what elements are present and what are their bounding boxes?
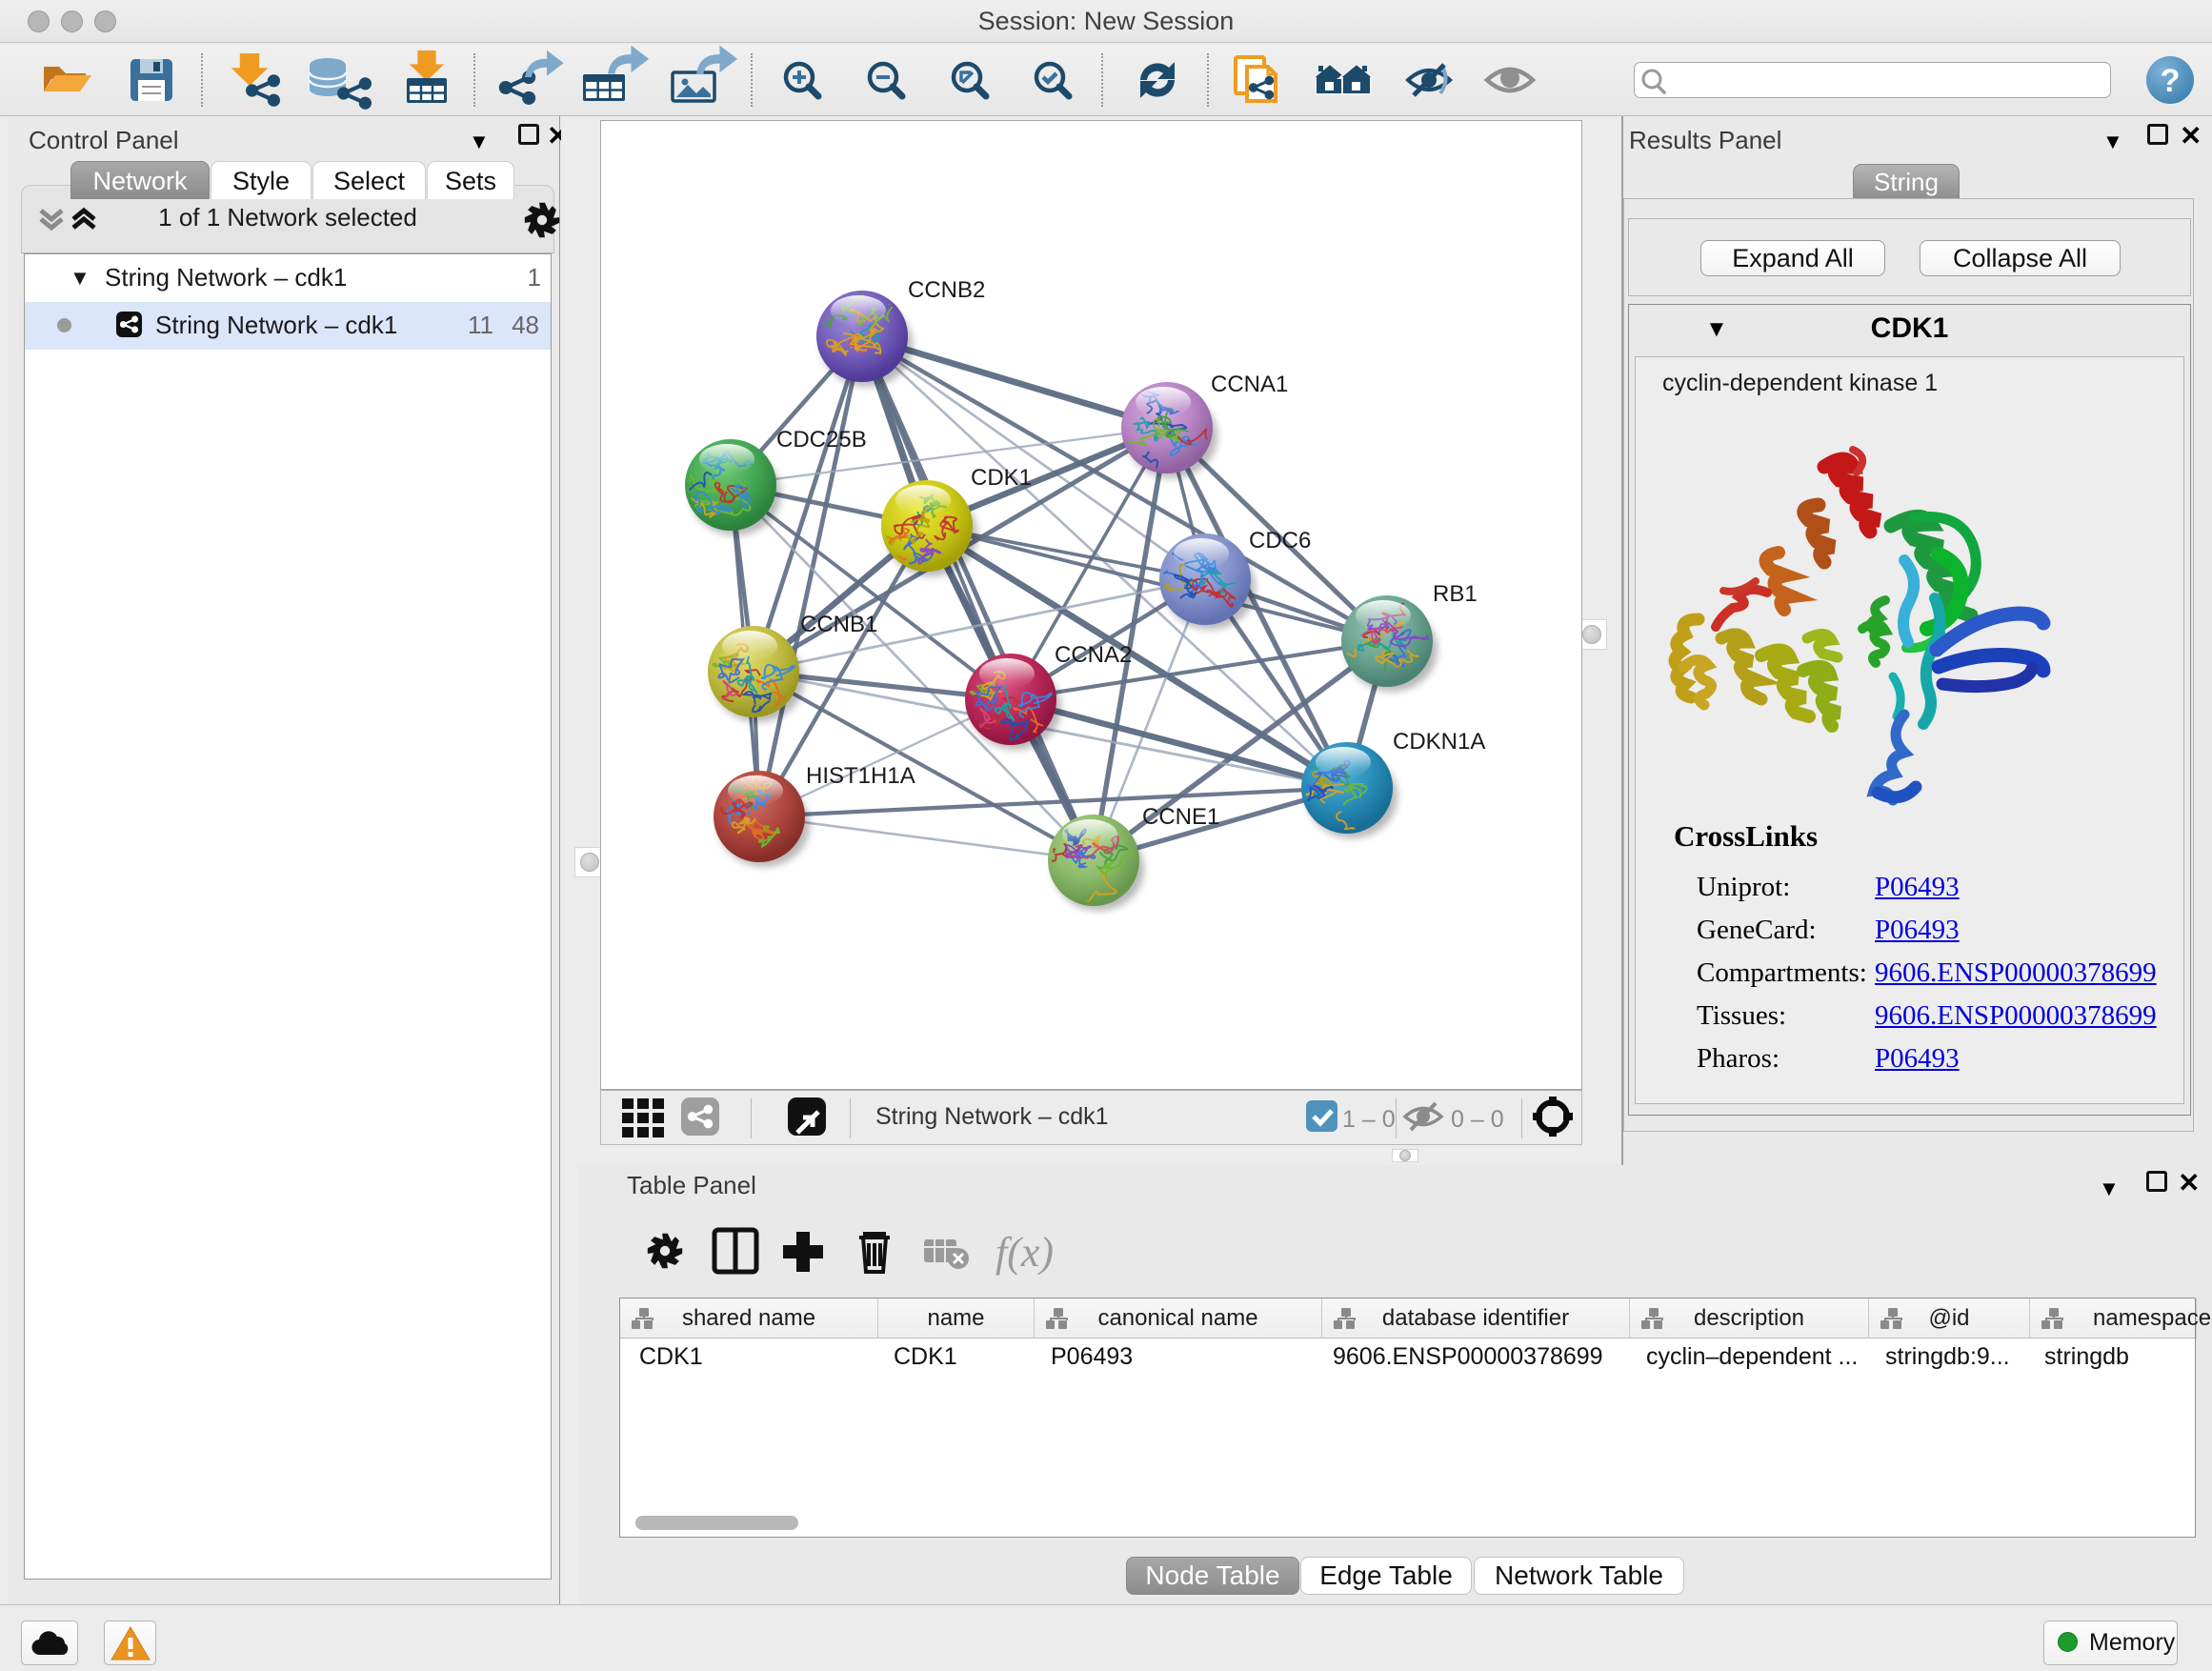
svg-text:CDK1: CDK1 [971, 465, 1032, 491]
svg-text:CCNB1: CCNB1 [800, 612, 877, 637]
svg-text:CCNA2: CCNA2 [1055, 642, 1132, 668]
svg-text:CCNA1: CCNA1 [1211, 372, 1288, 397]
svg-text:CDC6: CDC6 [1249, 528, 1311, 554]
svg-text:?: ? [2161, 63, 2181, 99]
svg-text:f(x): f(x) [995, 1229, 1054, 1276]
svg-text:RB1: RB1 [1433, 581, 1478, 607]
svg-text:CDKN1A: CDKN1A [1393, 729, 1485, 755]
svg-text:CDC25B: CDC25B [776, 427, 867, 453]
svg-text:HIST1H1A: HIST1H1A [806, 763, 915, 789]
svg-text:CCNE1: CCNE1 [1142, 804, 1219, 830]
svg-text:CCNB2: CCNB2 [908, 277, 985, 303]
